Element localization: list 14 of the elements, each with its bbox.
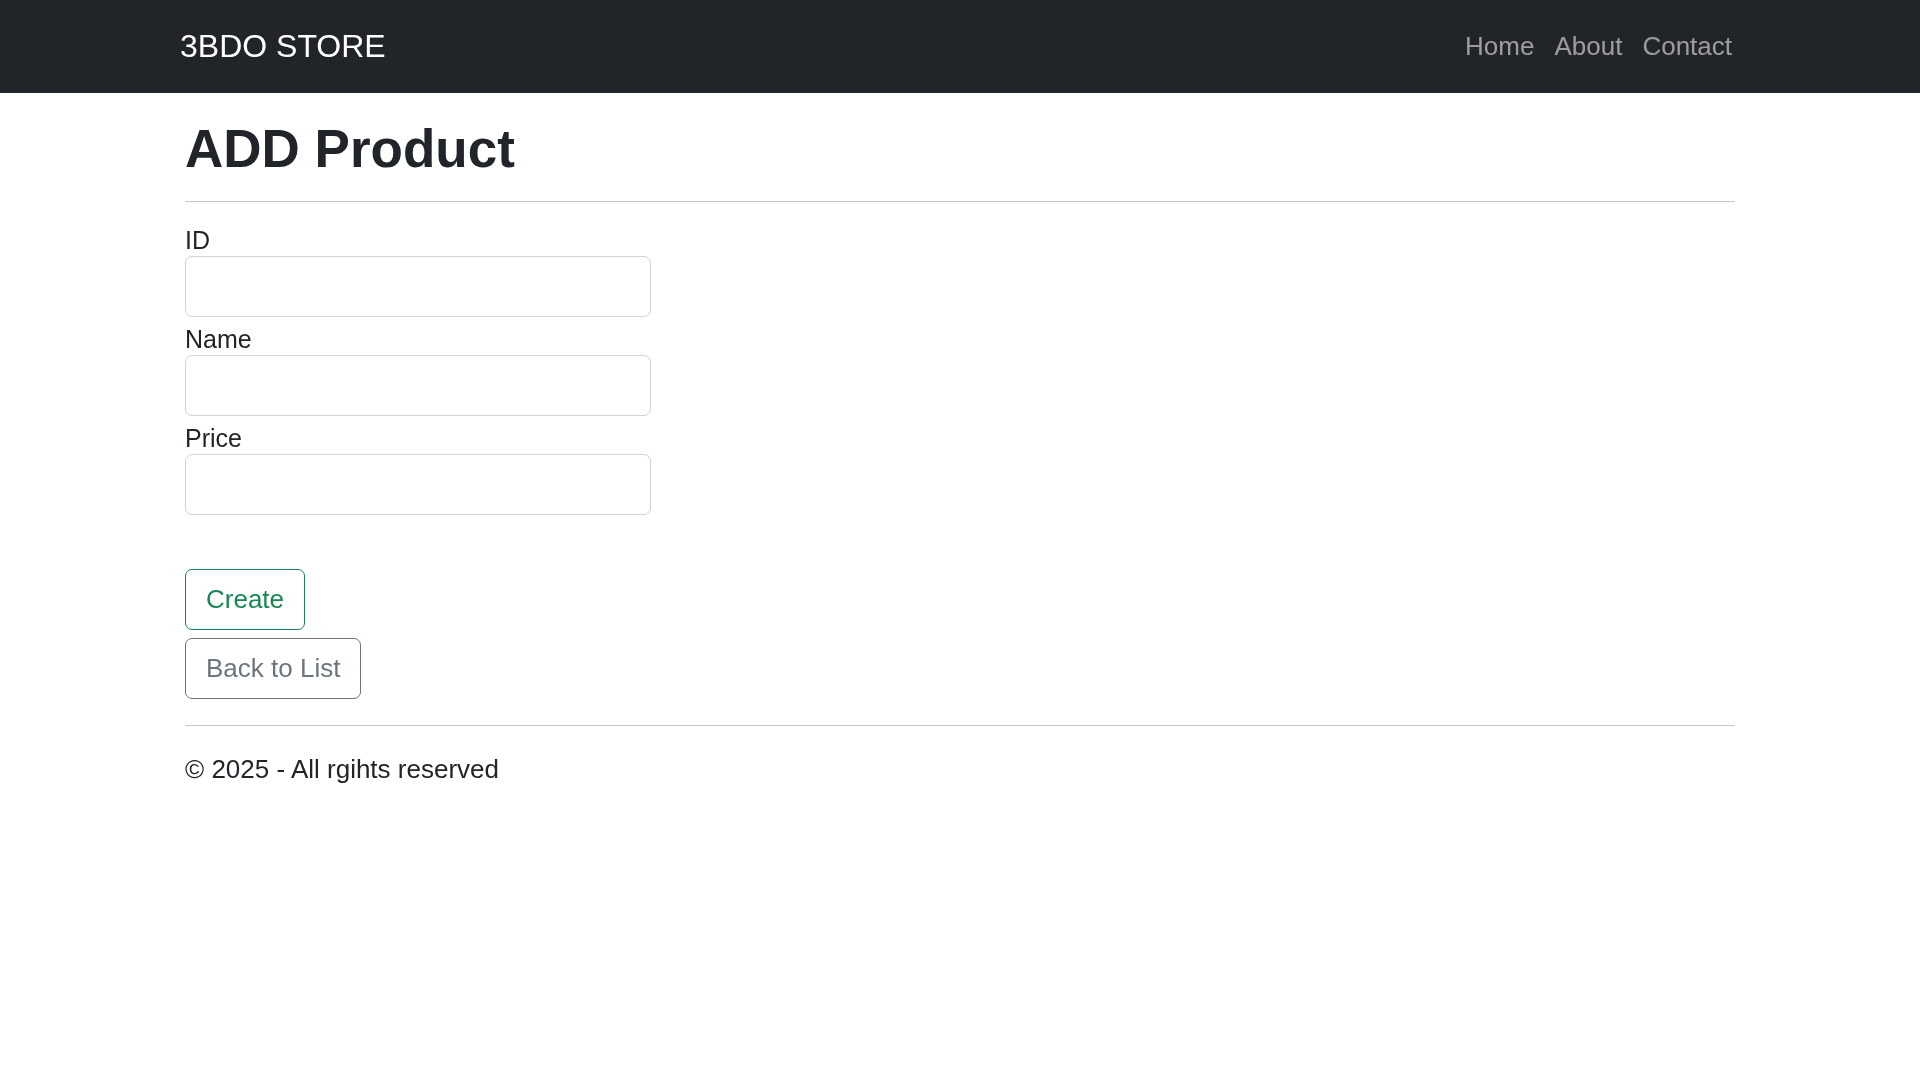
field-label: Price [185,422,243,454]
input-field[interactable] [185,453,651,515]
nav-link[interactable]: Contact [1632,31,1742,62]
input-field[interactable] [185,354,651,416]
field-label: ID [185,224,211,256]
page-title: ADD Product [185,118,516,180]
nav-link[interactable]: About [1544,31,1633,62]
input-field[interactable] [185,255,651,317]
field-label: Name [185,323,253,355]
back-button[interactable]: Back to List [185,637,362,699]
create-button[interactable]: Create [185,568,306,630]
footer-text: © 2025 - All rgihts reserved [185,753,500,785]
brand-link[interactable]: 3BDO STORE [180,28,386,65]
nav-link[interactable]: Home [1455,31,1545,62]
